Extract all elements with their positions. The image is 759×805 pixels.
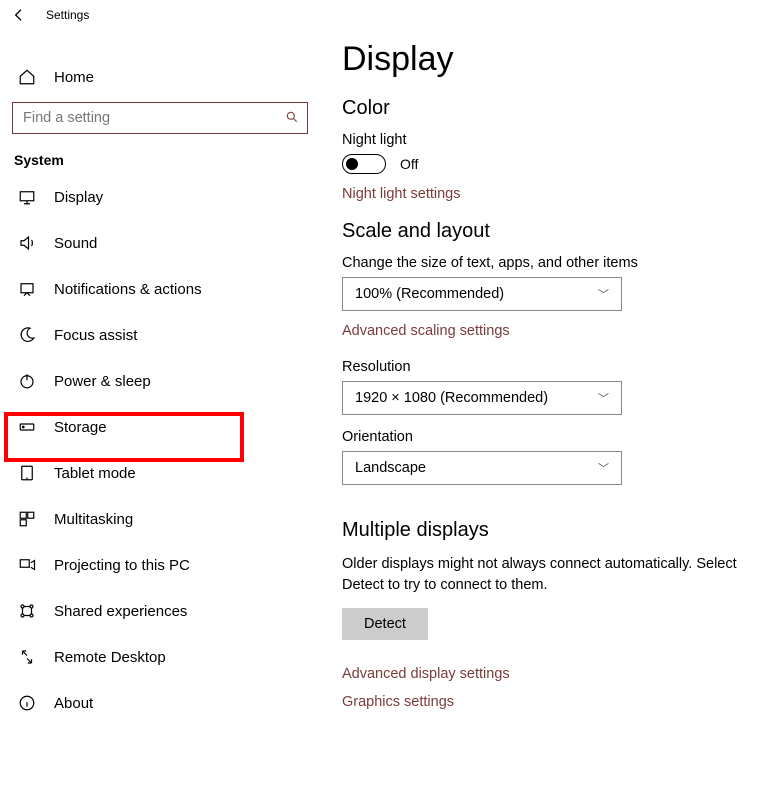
scale-value: 100% (Recommended) [355,286,504,302]
storage-icon [18,418,36,436]
sidebar-item-sound[interactable]: Sound [0,220,320,266]
focus-assist-icon [18,326,36,344]
sidebar-item-notifications[interactable]: Notifications & actions [0,266,320,312]
sidebar-item-projecting[interactable]: Projecting to this PC [0,542,320,588]
nav-label: Tablet mode [54,465,136,482]
night-light-settings-link[interactable]: Night light settings [342,186,749,202]
night-light-toggle[interactable] [342,154,386,174]
detect-button[interactable]: Detect [342,608,428,640]
search-icon [285,110,299,127]
scale-label: Change the size of text, apps, and other… [342,255,749,271]
home-label: Home [54,69,94,86]
night-light-state: Off [400,156,418,172]
nav-label: Notifications & actions [54,281,202,298]
remote-desktop-icon [18,648,36,666]
night-light-label: Night light [342,132,749,148]
search-input[interactable] [21,109,285,127]
orientation-value: Landscape [355,460,426,476]
tablet-icon [18,464,36,482]
multiple-displays-heading: Multiple displays [342,519,749,542]
nav-label: Storage [54,419,107,436]
notifications-icon [18,280,36,298]
sidebar-item-display[interactable]: Display [0,174,320,220]
nav-label: Shared experiences [54,603,187,620]
display-icon [18,188,36,206]
sidebar-item-remote-desktop[interactable]: Remote Desktop [0,634,320,680]
shared-icon [18,602,36,620]
nav-label: Display [54,189,103,206]
nav-label: Multitasking [54,511,133,528]
nav-label: Remote Desktop [54,649,166,666]
nav-label: Projecting to this PC [54,557,190,574]
chevron-down-icon: ﹀ [598,390,609,406]
titlebar: Settings [0,0,320,30]
section-system-label: System [0,148,320,174]
projecting-icon [18,556,36,574]
nav-label: Focus assist [54,327,137,344]
resolution-select[interactable]: 1920 × 1080 (Recommended) ﹀ [342,381,622,415]
scale-select[interactable]: 100% (Recommended) ﹀ [342,277,622,311]
sound-icon [18,234,36,252]
graphics-settings-link[interactable]: Graphics settings [342,694,749,710]
resolution-label: Resolution [342,359,749,375]
about-icon [18,694,36,712]
sidebar-item-tablet-mode[interactable]: Tablet mode [0,450,320,496]
advanced-display-link[interactable]: Advanced display settings [342,666,749,682]
power-icon [18,372,36,390]
search-box[interactable] [12,102,308,134]
orientation-select[interactable]: Landscape ﹀ [342,451,622,485]
nav-label: About [54,695,93,712]
sidebar: Settings Home System Display [0,0,320,805]
sidebar-item-power-sleep[interactable]: Power & sleep [0,358,320,404]
scale-heading: Scale and layout [342,220,749,243]
color-heading: Color [342,97,749,120]
nav-label: Power & sleep [54,373,151,390]
resolution-value: 1920 × 1080 (Recommended) [355,390,548,406]
chevron-down-icon: ﹀ [598,460,609,476]
advanced-scaling-link[interactable]: Advanced scaling settings [342,323,749,339]
window-title: Settings [46,8,89,22]
page-title: Display [342,40,749,79]
sidebar-item-multitasking[interactable]: Multitasking [0,496,320,542]
orientation-label: Orientation [342,429,749,445]
multiple-displays-text: Older displays might not always connect … [342,554,749,596]
home-icon [18,68,36,86]
back-icon[interactable] [10,6,28,24]
sidebar-item-home[interactable]: Home [0,58,320,96]
sidebar-item-focus-assist[interactable]: Focus assist [0,312,320,358]
chevron-down-icon: ﹀ [598,286,609,302]
sidebar-item-shared-experiences[interactable]: Shared experiences [0,588,320,634]
sidebar-item-about[interactable]: About [0,680,320,726]
nav-label: Sound [54,235,97,252]
sidebar-item-storage[interactable]: Storage [0,404,320,450]
multitasking-icon [18,510,36,528]
main-panel: Display Color Night light Off Night ligh… [320,0,759,805]
